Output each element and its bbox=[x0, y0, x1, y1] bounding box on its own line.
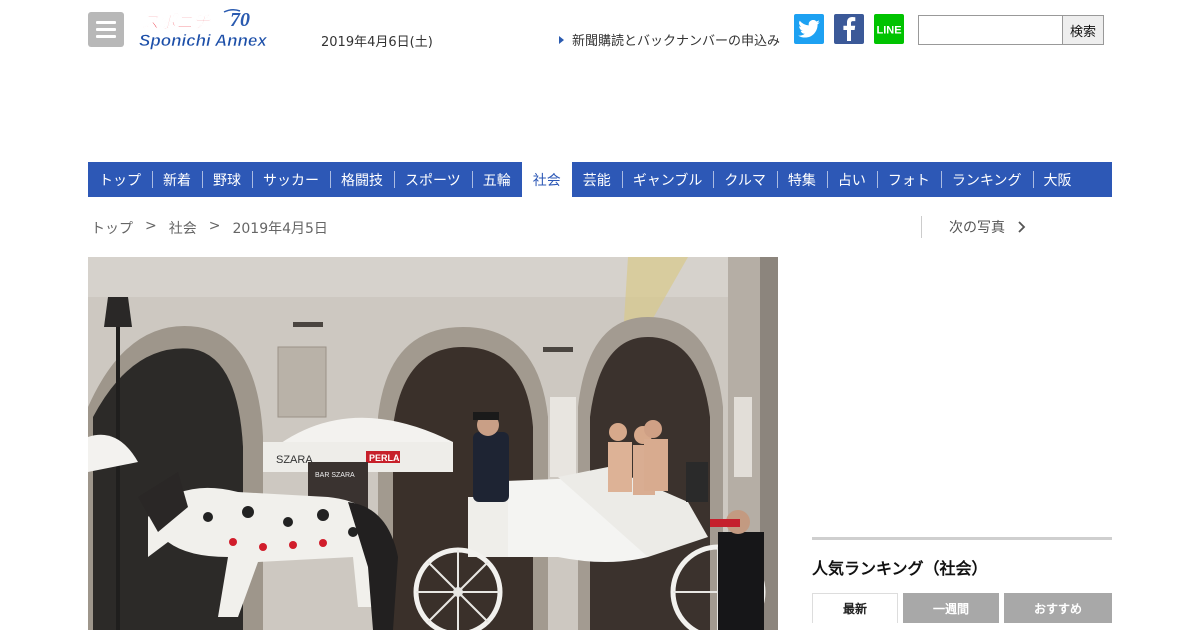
hamburger-menu-button[interactable] bbox=[88, 12, 124, 47]
breadcrumb-separator: > bbox=[208, 218, 221, 234]
nav-item[interactable]: トップ bbox=[88, 162, 152, 197]
menu-bar bbox=[96, 35, 116, 38]
triangle-right-icon bbox=[559, 35, 564, 44]
nav-item[interactable]: 新着 bbox=[152, 162, 202, 197]
subscribe-link[interactable]: 新聞購読とバックナンバーの申込み bbox=[559, 30, 780, 49]
line-share-button[interactable]: LINE bbox=[874, 14, 904, 44]
search-button[interactable]: 検索 bbox=[1062, 15, 1104, 45]
breadcrumb-top[interactable]: トップ bbox=[91, 218, 133, 238]
nav-item[interactable]: サッカー bbox=[252, 162, 330, 197]
logo-anniversary-text: 70 bbox=[230, 9, 250, 31]
search-input[interactable] bbox=[918, 15, 1063, 45]
nav-item[interactable]: 占い bbox=[826, 162, 877, 197]
nav-item[interactable]: クルマ bbox=[713, 162, 777, 197]
twitter-bird-icon bbox=[798, 20, 820, 38]
svg-text:PERLA: PERLA bbox=[369, 453, 400, 463]
ranking-title: 人気ランキング（社会） bbox=[812, 559, 988, 578]
twitter-share-button[interactable] bbox=[794, 14, 824, 44]
nav-item[interactable]: フォト bbox=[876, 162, 941, 197]
svg-text:BAR SZARA: BAR SZARA bbox=[315, 472, 355, 479]
facebook-share-button[interactable] bbox=[834, 14, 864, 44]
tab-latest[interactable]: 最新 bbox=[812, 593, 898, 623]
next-photo-link[interactable]: 次の写真 bbox=[921, 216, 1026, 238]
svg-text:LINE: LINE bbox=[876, 25, 901, 37]
nav-item[interactable]: 特集 bbox=[776, 162, 827, 197]
nav-item[interactable]: 大阪 bbox=[1032, 162, 1083, 197]
logo-brand-text: Sponichi Annex bbox=[139, 31, 268, 50]
nav-item[interactable]: スポーツ bbox=[394, 162, 472, 197]
next-photo-label: 次の写真 bbox=[949, 220, 1005, 236]
ranking-widget: 人気ランキング（社会） 最新 一週間 おすすめ bbox=[812, 537, 1112, 623]
chevron-right-icon bbox=[1018, 221, 1026, 233]
nav-item[interactable]: 野球 bbox=[202, 162, 252, 197]
facebook-f-icon bbox=[843, 17, 856, 41]
ranking-tabs: 最新 一週間 おすすめ bbox=[812, 593, 1112, 623]
menu-bar bbox=[96, 28, 116, 31]
nav-item[interactable]: 格闘技 bbox=[330, 162, 394, 197]
nav-item[interactable]: 芸能 bbox=[572, 162, 622, 197]
subscribe-link-label: 新聞購読とバックナンバーの申込み bbox=[572, 34, 781, 49]
line-logo-icon: LINE bbox=[876, 25, 901, 37]
breadcrumb-date: 2019年4月5日 bbox=[232, 221, 328, 237]
sponichi-logo[interactable]: スポニチ 70 Sponichi Annex bbox=[136, 8, 308, 52]
breadcrumb: トップ > 社会 > 2019年4月5日 bbox=[91, 218, 328, 238]
breadcrumb-society[interactable]: 社会 bbox=[169, 218, 197, 238]
category-nav: トップ 新着 野球 サッカー 格闘技 スポーツ 五輪 社会 芸能 ギャンブル クルマ 特集 占い フォトラ… bbox=[88, 162, 1112, 197]
svg-text:SZARA: SZARA bbox=[276, 454, 313, 466]
tab-recommended[interactable]: おすすめ bbox=[1004, 593, 1112, 623]
breadcrumb-separator: > bbox=[145, 218, 157, 234]
logo-kana-text: スポニチ bbox=[142, 13, 211, 32]
nav-item[interactable]: 社会 bbox=[521, 162, 572, 197]
nav-item[interactable]: 五輪 bbox=[471, 162, 522, 197]
article-photo: SZARA PERLA BAR SZARA bbox=[88, 257, 778, 630]
nav-item[interactable]: ギャンブル bbox=[621, 162, 714, 197]
tab-weekly[interactable]: 一週間 bbox=[903, 593, 999, 623]
current-date: 2019年4月6日(土) bbox=[321, 35, 433, 50]
menu-bar bbox=[96, 21, 116, 24]
nav-item[interactable]: ランキング bbox=[940, 162, 1033, 197]
